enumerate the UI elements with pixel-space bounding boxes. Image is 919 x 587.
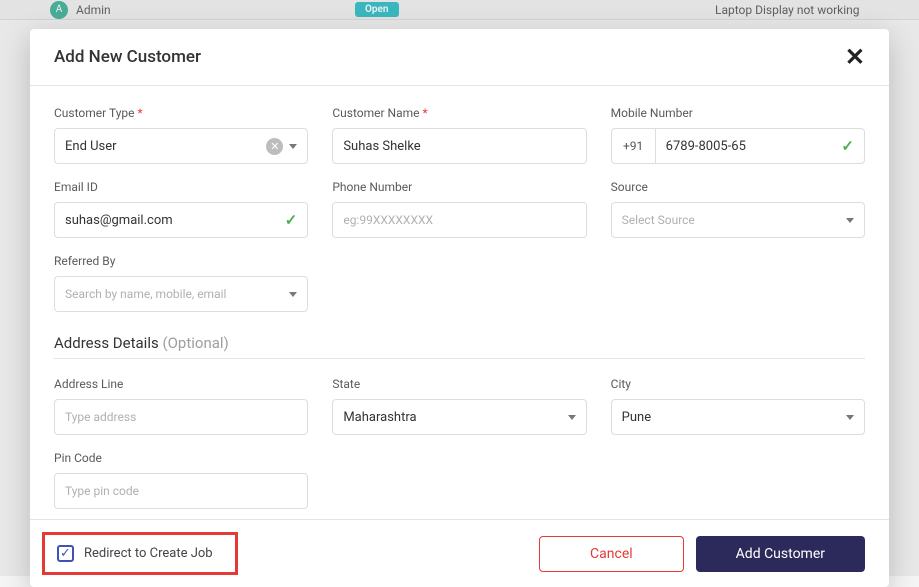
pin-input[interactable]: [54, 473, 308, 509]
phone-field: Phone Number: [332, 180, 586, 238]
source-select[interactable]: Select Source: [611, 202, 865, 238]
state-select[interactable]: Maharashtra: [332, 399, 586, 435]
pin-text[interactable]: [65, 474, 297, 508]
customer-name-text[interactable]: [343, 129, 575, 163]
check-icon: ✓: [841, 137, 854, 155]
customer-type-label: Customer Type *: [54, 106, 308, 120]
redirect-highlight: ✓ Redirect to Create Job: [42, 532, 238, 575]
address-line-input[interactable]: [54, 399, 308, 435]
source-label: Source: [611, 180, 865, 194]
chevron-down-icon: [289, 292, 297, 297]
chevron-down-icon: [846, 415, 854, 420]
address-section-title: Address Details (Optional): [54, 334, 865, 352]
chevron-down-icon: [846, 218, 854, 223]
address-line-label: Address Line: [54, 377, 308, 391]
modal-header: Add New Customer ✕: [30, 29, 889, 86]
state-label: State: [332, 377, 586, 391]
customer-type-select[interactable]: End User ✕: [54, 128, 308, 164]
email-label: Email ID: [54, 180, 308, 194]
referred-field: Referred By Search by name, mobile, emai…: [54, 254, 308, 312]
email-input[interactable]: suhas@gmail.com ✓: [54, 202, 308, 238]
phone-label: Phone Number: [332, 180, 586, 194]
chevron-down-icon: [568, 415, 576, 420]
redirect-checkbox[interactable]: ✓: [57, 545, 74, 562]
modal-body: Customer Type * End User ✕ Customer Name…: [30, 86, 889, 519]
chevron-down-icon: [289, 144, 297, 149]
customer-type-field: Customer Type * End User ✕: [54, 106, 308, 164]
clear-icon[interactable]: ✕: [266, 138, 283, 155]
customer-name-input[interactable]: [332, 128, 586, 164]
customer-name-field: Customer Name *: [332, 106, 586, 164]
address-line-text[interactable]: [65, 400, 297, 434]
close-icon[interactable]: ✕: [845, 43, 865, 71]
city-select[interactable]: Pune: [611, 399, 865, 435]
city-field: City Pune: [611, 377, 865, 435]
phone-input[interactable]: [332, 202, 586, 238]
divider: [54, 358, 865, 359]
mobile-label: Mobile Number: [611, 106, 865, 120]
add-customer-button[interactable]: Add Customer: [696, 536, 865, 572]
mobile-input[interactable]: 6789-8005-65 ✓: [655, 128, 865, 164]
modal-title: Add New Customer: [54, 47, 201, 67]
referred-select[interactable]: Search by name, mobile, email: [54, 276, 308, 312]
check-icon: ✓: [285, 211, 298, 229]
country-code: +91: [611, 128, 655, 164]
phone-text[interactable]: [343, 203, 575, 237]
source-field: Source Select Source: [611, 180, 865, 238]
customer-name-label: Customer Name *: [332, 106, 586, 120]
city-label: City: [611, 377, 865, 391]
modal-footer: ✓ Redirect to Create Job Cancel Add Cust…: [30, 519, 889, 587]
redirect-label: Redirect to Create Job: [84, 546, 213, 561]
email-field: Email ID suhas@gmail.com ✓: [54, 180, 308, 238]
pin-label: Pin Code: [54, 451, 308, 465]
cancel-button[interactable]: Cancel: [539, 536, 684, 572]
pin-field: Pin Code: [54, 451, 308, 509]
mobile-field: Mobile Number +91 6789-8005-65 ✓: [611, 106, 865, 164]
add-customer-modal: Add New Customer ✕ Customer Type * End U…: [30, 29, 889, 587]
state-field: State Maharashtra: [332, 377, 586, 435]
address-line-field: Address Line: [54, 377, 308, 435]
referred-label: Referred By: [54, 254, 308, 268]
